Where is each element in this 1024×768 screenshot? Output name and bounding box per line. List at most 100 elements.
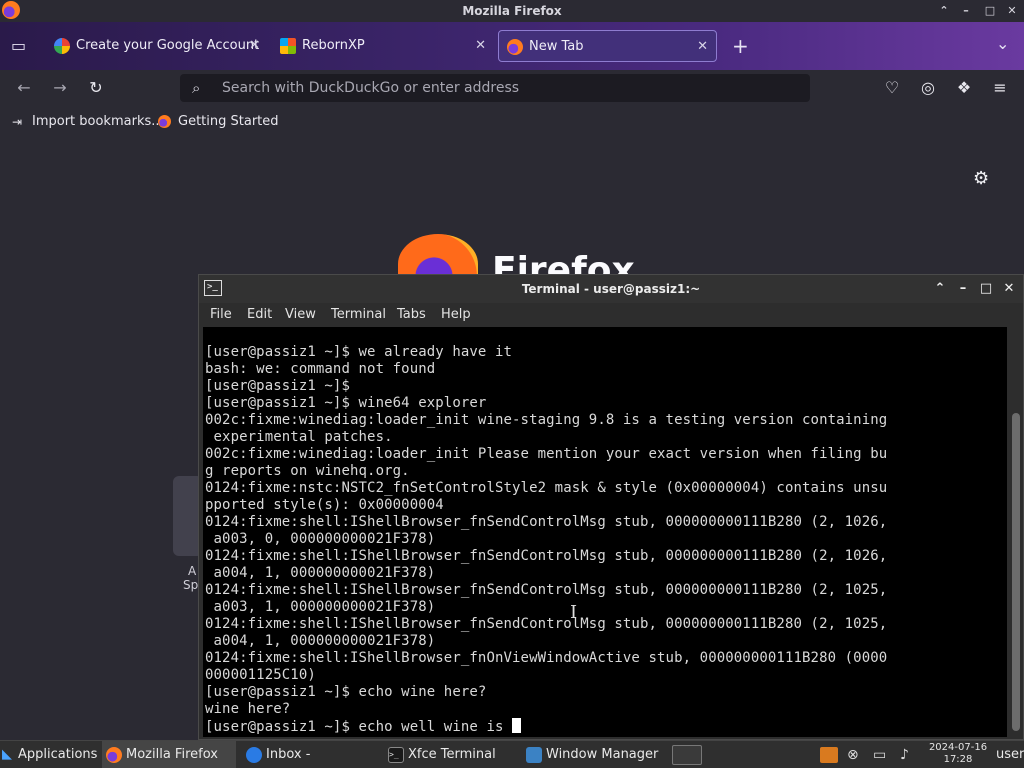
taskbar-inbox[interactable]: Inbox - vm0b0t@... xyxy=(242,741,378,768)
taskbar-terminal[interactable]: >_ Xfce Terminal xyxy=(384,741,516,768)
terminal-line: [user@passiz1 ~]$ xyxy=(205,378,350,394)
terminal-close-button[interactable]: ✕ xyxy=(1000,275,1018,303)
menu-terminal[interactable]: Terminal xyxy=(331,307,386,322)
list-all-tabs-chevron-icon[interactable]: ⌄ xyxy=(996,34,1009,53)
terminal-line: [user@passiz1 ~]$ echo wine here? xyxy=(205,684,487,700)
tab-new-tab[interactable]: New Tab ✕ xyxy=(498,30,717,62)
terminal-text: [user@passiz1 ~]$ we already have it bash… xyxy=(205,344,887,736)
firefox-titlebar: Mozilla Firefox ⌃ – □ ✕ xyxy=(0,0,1024,22)
terminal-line: 002c:fixme:winediag:loader_init Please m… xyxy=(205,446,888,462)
user-menu[interactable]: user xyxy=(996,741,1024,768)
tray-app-icon[interactable] xyxy=(820,747,838,763)
terminal-line: 000001125C10) xyxy=(205,667,316,683)
pocket-icon[interactable]: ♡ xyxy=(880,76,904,100)
battery-icon[interactable]: ▭ xyxy=(873,747,886,763)
menu-file[interactable]: File xyxy=(210,307,232,322)
firefox-favicon-icon xyxy=(158,115,171,128)
taskbar-label: Inbox - vm0b0t@... xyxy=(266,747,311,762)
terminal-line: bash: we: command not found xyxy=(205,361,436,377)
terminal-minimize-button[interactable]: – xyxy=(954,275,972,303)
forward-arrow-icon[interactable]: → xyxy=(48,76,72,100)
taskbar-firefox[interactable]: Mozilla Firefox xyxy=(102,741,236,768)
terminal-maximize-button[interactable]: □ xyxy=(977,275,995,303)
text-cursor-ibeam-icon: I xyxy=(570,602,578,623)
back-arrow-icon[interactable]: ← xyxy=(12,76,36,100)
shortcut-sublabel: Sp xyxy=(183,578,199,592)
terminal-line: [user@passiz1 ~]$ we already have it xyxy=(205,344,513,360)
reload-icon[interactable]: ↻ xyxy=(84,76,108,100)
bookmark-import[interactable]: ⇥ Import bookmarks... xyxy=(12,114,164,129)
hamburger-menu-icon[interactable]: ≡ xyxy=(988,76,1012,100)
minimize-button[interactable]: – xyxy=(956,0,976,22)
import-icon: ⇥ xyxy=(12,115,23,129)
tab-rebornxp[interactable]: RebornXP ✕ xyxy=(272,30,494,62)
bookmark-getting-started[interactable]: Getting Started xyxy=(158,114,279,129)
taskbar-window-manager[interactable]: Window Manager xyxy=(522,741,662,768)
terminal-line: 002c:fixme:winediag:loader_init wine-sta… xyxy=(205,412,888,428)
terminal-line: 0124:fixme:shell:IShellBrowser_fnSendCon… xyxy=(205,514,888,530)
firefox-favicon-icon xyxy=(507,39,523,55)
clock-time: 17:28 xyxy=(943,754,973,765)
applications-icon: ◣ xyxy=(2,747,12,762)
new-tab-plus-icon[interactable]: + xyxy=(732,34,749,58)
close-tab-icon[interactable]: ✕ xyxy=(249,30,260,62)
search-icon: ⌕ xyxy=(192,79,201,97)
tab-label: RebornXP xyxy=(302,38,365,53)
terminal-output[interactable]: [user@passiz1 ~]$ we already have it bash… xyxy=(203,327,1007,737)
shade-up-icon[interactable]: ⌃ xyxy=(931,275,949,303)
tab-label: New Tab xyxy=(529,39,584,54)
terminal-title: Terminal - user@passiz1:~ xyxy=(521,282,701,296)
close-tab-icon[interactable]: ✕ xyxy=(697,31,708,63)
terminal-line: a003, 1, 000000000021F378) xyxy=(205,599,436,615)
taskbar: ◣ Applications Mozilla Firefox Inbox - v… xyxy=(0,740,1024,768)
terminal-line: a003, 0, 000000000021F378) xyxy=(205,531,436,547)
firefox-view-icon[interactable]: ▭ xyxy=(11,36,26,55)
scrollbar-thumb[interactable] xyxy=(1012,413,1020,731)
network-disconnected-icon[interactable]: ⊗ xyxy=(847,747,859,763)
mail-icon xyxy=(246,747,262,763)
terminal-line: 0124:fixme:shell:IShellBrowser_fnSendCon… xyxy=(205,616,888,632)
terminal-scrollbar[interactable] xyxy=(1009,327,1023,737)
firefox-logo-icon xyxy=(2,1,20,19)
account-icon[interactable]: ◎ xyxy=(916,76,940,100)
tab-google-account[interactable]: Create your Google Account ✕ xyxy=(46,30,268,62)
bookmark-label: Import bookmarks... xyxy=(32,114,164,129)
clock-date: 2024-07-16 xyxy=(928,742,988,753)
workspace-switcher[interactable] xyxy=(668,741,706,768)
close-button[interactable]: ✕ xyxy=(1002,0,1022,22)
terminal-titlebar[interactable]: >_ Terminal - user@passiz1:~ ⌃ – □ ✕ xyxy=(199,275,1023,303)
applications-menu[interactable]: ◣ Applications xyxy=(0,741,97,768)
menu-view[interactable]: View xyxy=(285,307,316,322)
terminal-line: g reports on winehq.org. xyxy=(205,463,410,479)
menu-edit[interactable]: Edit xyxy=(247,307,272,322)
notification-bell-icon[interactable]: ♪ xyxy=(900,747,909,763)
bookmark-label: Getting Started xyxy=(178,114,279,129)
clock[interactable]: 2024-07-16 17:28 xyxy=(926,742,990,766)
shortcut-label: A xyxy=(188,564,197,578)
window-manager-icon xyxy=(526,747,542,763)
terminal-line: 0124:fixme:nstc:NSTC2_fnSetControlStyle2… xyxy=(205,480,888,496)
maximize-up-icon[interactable]: ⌃ xyxy=(934,0,954,22)
taskbar-label: Window Manager xyxy=(546,747,659,762)
taskbar-label: Xfce Terminal xyxy=(408,747,496,762)
tab-strip: ▭ Create your Google Account ✕ RebornXP … xyxy=(0,22,1024,70)
url-bar[interactable]: ⌕ Search with DuckDuckGo or enter addres… xyxy=(180,74,810,102)
terminal-cursor xyxy=(512,718,522,733)
extensions-puzzle-icon[interactable]: ❖ xyxy=(952,76,976,100)
maximize-button[interactable]: □ xyxy=(980,0,1000,22)
taskbar-label: Mozilla Firefox xyxy=(126,747,218,762)
terminal-line: a004, 1, 000000000021F378) xyxy=(205,633,436,649)
menu-help[interactable]: Help xyxy=(441,307,471,322)
terminal-icon: >_ xyxy=(388,747,404,763)
close-tab-icon[interactable]: ✕ xyxy=(475,30,486,62)
firefox-window-title: Mozilla Firefox xyxy=(462,4,562,18)
applications-label: Applications xyxy=(18,747,98,762)
terminal-line: wine here? xyxy=(205,701,291,717)
menu-tabs[interactable]: Tabs xyxy=(397,307,426,322)
terminal-icon: >_ xyxy=(204,280,222,296)
terminal-line: 0124:fixme:shell:IShellBrowser_fnSendCon… xyxy=(205,548,888,564)
terminal-window: >_ Terminal - user@passiz1:~ ⌃ – □ ✕ Fil… xyxy=(198,274,1024,740)
terminal-menubar: File Edit View Terminal Tabs Help xyxy=(199,303,1023,327)
settings-gear-icon[interactable]: ⚙ xyxy=(973,168,989,189)
terminal-line: experimental patches. xyxy=(205,429,393,445)
